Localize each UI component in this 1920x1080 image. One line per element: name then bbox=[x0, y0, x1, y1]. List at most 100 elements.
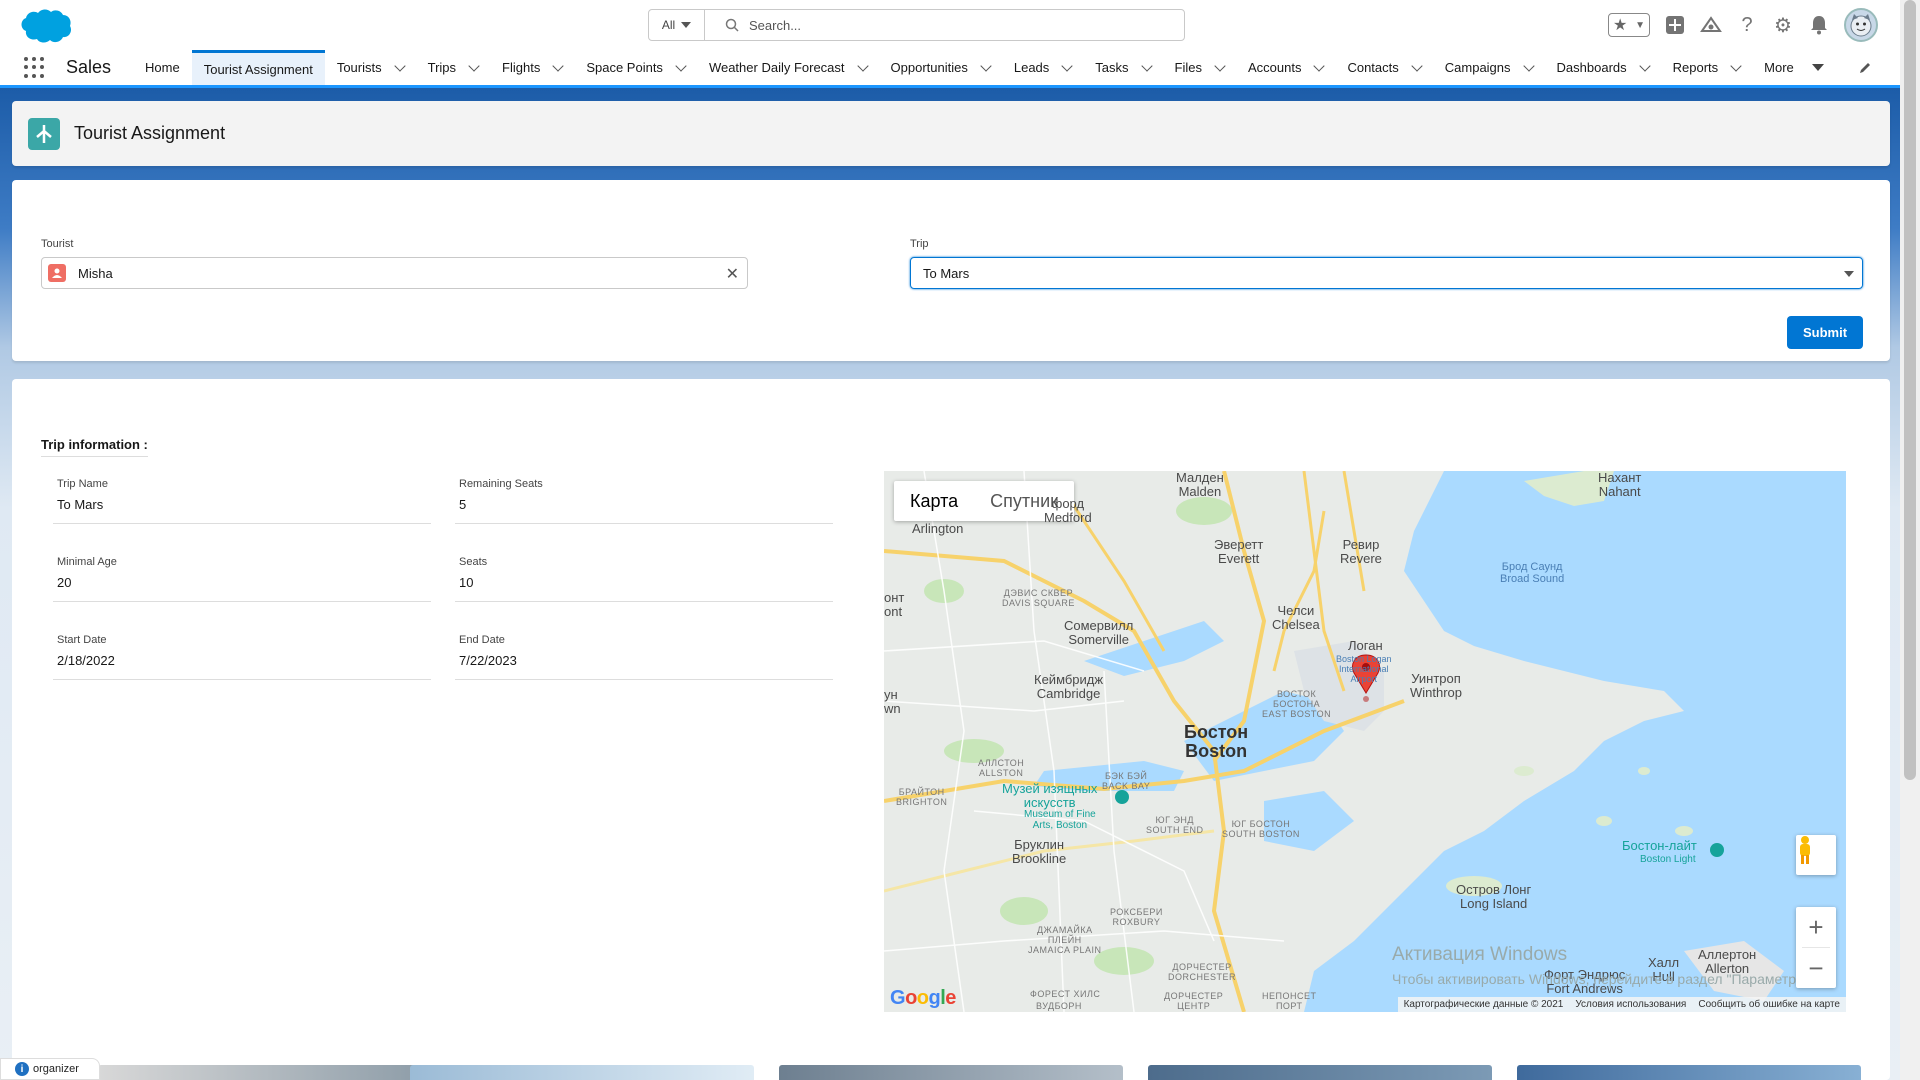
chevron-down-icon[interactable] bbox=[552, 59, 564, 72]
salesforce-logo[interactable] bbox=[14, 6, 74, 46]
organizer-extension-button[interactable]: i organizer bbox=[0, 1058, 100, 1080]
map-label: ФОРЕСТ ХИЛС bbox=[1030, 989, 1101, 999]
map-label: ДОРЧЕСТЕР ЦЕНТР bbox=[1164, 991, 1224, 1011]
map-type-map-tab[interactable]: Карта bbox=[894, 481, 974, 521]
nav-tab-weather-daily-forecast[interactable]: Weather Daily Forecast bbox=[697, 50, 879, 85]
chevron-down-icon[interactable] bbox=[393, 59, 406, 72]
map-label: Малден Malden bbox=[1176, 471, 1224, 499]
chevron-down-icon[interactable] bbox=[1061, 59, 1073, 72]
zoom-in-button[interactable]: + bbox=[1796, 907, 1836, 947]
trip-name-field: Trip Name To Mars bbox=[53, 478, 431, 524]
global-actions-add-icon[interactable] bbox=[1664, 14, 1686, 36]
nav-tab-tasks[interactable]: Tasks bbox=[1083, 50, 1162, 85]
report-error-link[interactable]: Сообщить об ошибке на карте bbox=[1698, 999, 1840, 1010]
global-search[interactable]: All bbox=[648, 9, 1185, 41]
trip-image-thumbnail[interactable] bbox=[410, 1065, 754, 1080]
chevron-down-icon[interactable] bbox=[1411, 59, 1423, 72]
field-label: Seats bbox=[459, 556, 488, 568]
app-launcher-icon[interactable] bbox=[24, 56, 46, 79]
map-label: Boston Light bbox=[1640, 854, 1696, 865]
user-avatar[interactable] bbox=[1844, 8, 1878, 42]
tourist-selected-value: Misha bbox=[78, 265, 113, 281]
chevron-down-icon[interactable] bbox=[1522, 59, 1535, 72]
nav-tab-label: Weather Daily Forecast bbox=[708, 60, 845, 75]
nav-tab-flights[interactable]: Flights bbox=[490, 50, 574, 85]
help-icon[interactable]: ? bbox=[1736, 14, 1758, 36]
chevron-down-icon[interactable] bbox=[468, 59, 480, 72]
nav-tab-home[interactable]: Home bbox=[133, 50, 192, 85]
nav-tab-label: Opportunities bbox=[890, 60, 968, 75]
submit-button[interactable]: Submit bbox=[1787, 316, 1863, 349]
nav-tab-leads[interactable]: Leads bbox=[1002, 50, 1083, 85]
nav-more-menu[interactable]: More bbox=[1752, 50, 1836, 85]
map-label: ЮГ БОСТОН SOUTH BOSTON bbox=[1222, 819, 1300, 839]
chevron-down-icon[interactable] bbox=[1140, 59, 1153, 72]
map-attribution: Картографические данные © 2021 Условия и… bbox=[1397, 997, 1846, 1012]
map-label: ДЭВИС СКВЕР DAVIS SQUARE bbox=[1002, 588, 1075, 608]
field-value: To Mars bbox=[57, 497, 104, 512]
page-title: Tourist Assignment bbox=[74, 123, 226, 143]
map-label: ЮГ ЭНД SOUTH END bbox=[1146, 815, 1204, 835]
nav-tab-dashboards[interactable]: Dashboards bbox=[1545, 50, 1661, 85]
trip-image-thumbnail[interactable] bbox=[1517, 1065, 1861, 1080]
street-view-pegman-icon[interactable] bbox=[1796, 835, 1836, 875]
search-scope-dropdown[interactable]: All bbox=[649, 10, 705, 40]
nav-tab-files[interactable]: Files bbox=[1163, 50, 1236, 85]
nav-tab-opportunities[interactable]: Opportunities bbox=[879, 50, 1002, 85]
trip-image-thumbnail[interactable] bbox=[98, 1065, 442, 1080]
nav-tab-reports[interactable]: Reports bbox=[1661, 50, 1753, 85]
nav-tab-campaigns[interactable]: Campaigns bbox=[1433, 50, 1545, 85]
notifications-bell-icon[interactable] bbox=[1808, 14, 1830, 36]
map-label: Arlington bbox=[912, 521, 964, 536]
field-value: 2/18/2022 bbox=[57, 653, 115, 668]
field-label: Minimal Age bbox=[57, 556, 117, 568]
nav-tab-space-points[interactable]: Space Points bbox=[574, 50, 697, 85]
scrollbar-thumb[interactable] bbox=[1904, 0, 1916, 780]
field-value: 5 bbox=[459, 497, 467, 512]
setup-gear-icon[interactable]: ⚙ bbox=[1772, 14, 1794, 37]
map-label: Остров Лонг Long Island bbox=[1456, 882, 1532, 911]
page-scrollbar[interactable] bbox=[1900, 0, 1920, 1080]
nav-tab-trips[interactable]: Trips bbox=[416, 50, 490, 85]
edit-nav-pencil-icon[interactable] bbox=[1858, 61, 1872, 75]
chevron-down-icon[interactable] bbox=[1638, 59, 1651, 72]
search-input[interactable] bbox=[749, 17, 1169, 33]
zoom-control: + − bbox=[1796, 907, 1836, 988]
terms-of-use-link[interactable]: Условия использования bbox=[1575, 999, 1686, 1010]
chevron-down-icon[interactable] bbox=[1313, 59, 1326, 72]
map-label: Бостон-лайт bbox=[1622, 838, 1697, 853]
nav-tab-accounts[interactable]: Accounts bbox=[1236, 50, 1335, 85]
nav-tab-label: Leads bbox=[1013, 60, 1050, 75]
map-label: АЛЛСТОН ALLSTON bbox=[978, 758, 1025, 778]
global-header: All ★ ▼ ? ⚙ bbox=[0, 0, 1900, 50]
chevron-down-icon[interactable] bbox=[856, 59, 869, 72]
favorites-button[interactable]: ★ ▼ bbox=[1608, 13, 1650, 37]
field-value: 20 bbox=[57, 575, 72, 590]
nav-tab-label: Tourists bbox=[336, 60, 382, 75]
map-label: ВУДБОРН bbox=[1036, 1001, 1082, 1011]
search-scope-label: All bbox=[661, 18, 676, 32]
trip-image-thumbnail[interactable] bbox=[779, 1065, 1123, 1080]
trailhead-icon[interactable] bbox=[1700, 14, 1722, 36]
google-map[interactable]: Карта Спутник Малден Malden форд Medford A… bbox=[884, 471, 1846, 1012]
chevron-down-icon[interactable] bbox=[1214, 59, 1226, 72]
clear-selection-icon[interactable]: ✕ bbox=[726, 264, 739, 284]
windows-activation-watermark: Активация Windows bbox=[1392, 944, 1568, 965]
map-label: Бостон Boston bbox=[1184, 722, 1249, 761]
custom-tab-icon bbox=[28, 117, 60, 150]
zoom-out-button[interactable]: − bbox=[1796, 948, 1836, 988]
chevron-down-icon[interactable] bbox=[1730, 59, 1742, 72]
map-label: Челси Chelsea bbox=[1272, 603, 1320, 632]
end-date-field: End Date 7/22/2023 bbox=[455, 634, 833, 680]
nav-tab-tourists[interactable]: Tourists bbox=[325, 50, 416, 85]
nav-tab-contacts[interactable]: Contacts bbox=[1335, 50, 1432, 85]
map-label: ун wn bbox=[884, 687, 901, 716]
nav-tab-tourist-assignment[interactable]: Tourist Assignment bbox=[191, 50, 325, 85]
tourist-lookup-field[interactable]: Misha ✕ bbox=[41, 257, 748, 289]
trip-information-title: Trip information : bbox=[41, 437, 148, 457]
trip-combobox[interactable]: To Mars bbox=[910, 257, 1863, 289]
map-label: Сомервилл Somerville bbox=[1064, 618, 1134, 647]
chevron-down-icon[interactable] bbox=[980, 59, 992, 72]
chevron-down-icon[interactable] bbox=[675, 59, 687, 72]
trip-image-thumbnail[interactable] bbox=[1148, 1065, 1492, 1080]
